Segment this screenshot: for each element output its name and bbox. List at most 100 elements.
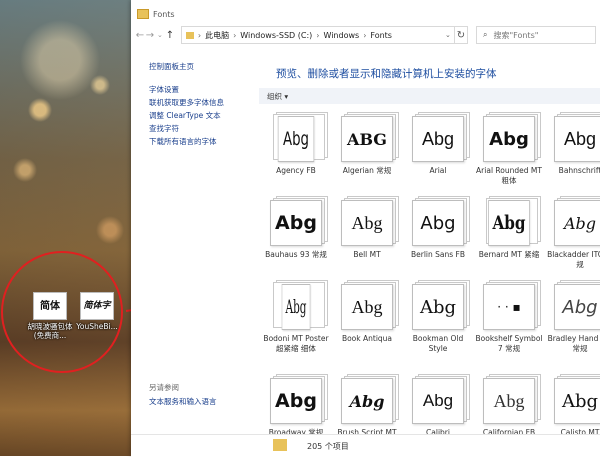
font-item-bernard-mt[interactable]: Abg Bernard MT 紧缩	[474, 196, 544, 260]
font-item-calibri[interactable]: Abg Calibri	[403, 374, 473, 438]
font-preview: Abg	[341, 280, 399, 330]
breadcrumb-this-pc[interactable]: 此电脑	[205, 30, 229, 41]
organize-button[interactable]: 组织 ▾	[267, 91, 288, 102]
sidebar-item-download-fonts[interactable]: 下载所有语言的字体	[149, 135, 259, 148]
status-bar: 205 个项目	[131, 434, 600, 457]
font-item-book-antiqua[interactable]: Abg Book Antiqua	[332, 280, 402, 344]
font-sample: Abg	[281, 284, 311, 330]
font-sample: Abg	[341, 200, 393, 246]
breadcrumb-windows[interactable]: Windows	[323, 31, 359, 40]
font-sample: Abg	[277, 116, 315, 162]
fonts-folder-icon	[273, 439, 287, 451]
refresh-icon[interactable]: ↻	[454, 26, 468, 44]
font-item-bookshelf-symbol-7[interactable]: · · ▪ Bookshelf Symbol 7 常规	[474, 280, 544, 354]
font-name: Arial	[429, 166, 447, 175]
font-name: Bookshelf Symbol 7 常规	[475, 334, 543, 353]
font-preview: ABG	[341, 112, 399, 162]
fonts-folder-icon	[185, 31, 194, 39]
font-preview: Abg	[554, 112, 600, 162]
font-item-arial-rounded[interactable]: Abg Arial Rounded MT 粗体	[474, 112, 544, 186]
font-item-bell-mt[interactable]: Abg Bell MT	[332, 196, 402, 260]
font-sample: Abg	[341, 378, 393, 424]
font-item-calisto-mt[interactable]: Abg Calisto MT	[545, 374, 600, 438]
font-preview: Abg	[483, 196, 541, 246]
font-sample: Abg	[554, 116, 600, 162]
page-title: 预览、删除或者显示和隐藏计算机上安装的字体	[276, 68, 497, 80]
font-preview: Abg	[341, 374, 399, 424]
font-sample: Abg	[412, 378, 464, 424]
font-preview: Abg	[270, 112, 328, 162]
main-content: 预览、删除或者显示和隐藏计算机上安装的字体 组织 ▾ Abg Agency FB…	[259, 56, 600, 456]
search-box[interactable]: ⌕ 搜索"Fonts"	[475, 26, 596, 44]
chevron-right-icon[interactable]: ›	[233, 31, 236, 40]
font-name: Berlin Sans FB	[410, 250, 465, 259]
font-item-brush-script-mt[interactable]: Abg Brush Script MT	[332, 374, 402, 438]
back-arrow-icon[interactable]: ←	[135, 30, 145, 41]
breadcrumb-drive[interactable]: Windows-SSD (C:)	[240, 31, 312, 40]
font-preview: Abg	[270, 374, 328, 424]
address-bar[interactable]: › 此电脑 › Windows-SSD (C:) › Windows › Fon…	[180, 26, 455, 44]
font-sample: Abg	[554, 284, 600, 330]
font-item-blackadder-itc[interactable]: Abg Blackadder ITC 常规	[545, 196, 600, 270]
font-preview: Abg	[483, 112, 541, 162]
search-icon: ⌕	[482, 30, 488, 39]
see-also-text-services[interactable]: 文本服务和输入语言	[149, 396, 217, 407]
font-item-broadway[interactable]: Abg Broadway 常规	[261, 374, 331, 438]
font-sample: · · ▪	[483, 284, 535, 330]
chevron-right-icon[interactable]: ›	[316, 31, 319, 40]
font-item-bradley-hand-itc[interactable]: Abg Bradley Hand ITC 常规	[545, 280, 600, 354]
font-item-berlin-sans-fb[interactable]: Abg Berlin Sans FB	[403, 196, 473, 260]
font-item-agency-fb[interactable]: Abg Agency FB	[261, 112, 331, 176]
font-name: Bahnschrift	[558, 166, 600, 175]
chevron-right-icon[interactable]: ›	[198, 31, 201, 40]
font-sample: Abg	[270, 378, 322, 424]
font-name: Bradley Hand ITC 常规	[547, 334, 600, 353]
font-preview: Abg	[554, 280, 600, 330]
sidebar-item-online-font-info[interactable]: 联机获取更多字体信息	[149, 96, 259, 109]
address-row: ← → ⌄ ↑ › 此电脑 › Windows-SSD (C:) › Windo…	[131, 24, 600, 46]
font-item-bauhaus-93[interactable]: Abg Bauhaus 93 常规	[261, 196, 331, 260]
font-sample: Abg	[554, 378, 600, 424]
font-preview: Abg	[270, 280, 328, 330]
sidebar-item-find-character[interactable]: 查找字符	[149, 122, 259, 135]
font-name: Arial Rounded MT 粗体	[476, 166, 542, 185]
font-sample: Abg	[412, 200, 464, 246]
font-name: Bauhaus 93 常规	[265, 250, 327, 259]
font-preview: Abg	[341, 196, 399, 246]
font-sample: Abg	[554, 200, 600, 246]
font-item-bahnschrift[interactable]: Abg Bahnschrift	[545, 112, 600, 176]
see-also-heading: 另请参阅	[149, 383, 179, 392]
chevron-right-icon[interactable]: ›	[363, 31, 366, 40]
font-name: Algerian 常规	[342, 166, 392, 175]
font-item-californian-fb[interactable]: Abg Californian FB	[474, 374, 544, 438]
sidebar-item-control-panel-home[interactable]: 控制面板主页	[149, 60, 259, 73]
forward-arrow-icon[interactable]: →	[145, 30, 155, 41]
item-count: 205 个项目	[307, 442, 349, 451]
font-sample: Abg	[483, 378, 535, 424]
address-dropdown-icon[interactable]: ⌄	[445, 31, 451, 39]
font-grid: Abg Agency FB ABG Algerian 常规 Abg Arial …	[259, 112, 600, 456]
window-title: Fonts	[153, 9, 175, 19]
font-item-algerian[interactable]: ABG Algerian 常规	[332, 112, 402, 176]
breadcrumb-fonts[interactable]: Fonts	[370, 31, 392, 40]
font-item-bookman-old-style[interactable]: Abg Bookman Old Style	[403, 280, 473, 354]
font-preview: Abg	[270, 196, 328, 246]
font-preview: · · ▪	[483, 280, 541, 330]
font-preview: Abg	[412, 196, 470, 246]
font-name: Bell MT	[353, 250, 381, 259]
font-name: Bookman Old Style	[412, 334, 464, 353]
font-preview: Abg	[483, 374, 541, 424]
search-input[interactable]: 搜索"Fonts"	[493, 30, 538, 41]
font-sample: Abg	[270, 200, 322, 246]
font-item-arial[interactable]: Abg Arial	[403, 112, 473, 176]
font-sample: Abg	[341, 284, 393, 330]
font-preview: Abg	[554, 196, 600, 246]
font-sample: Abg	[483, 116, 535, 162]
font-name: Book Antiqua	[341, 334, 393, 343]
up-arrow-icon[interactable]: ↑	[165, 30, 175, 41]
font-item-bodoni-mt-poster[interactable]: Abg Bodoni MT Poster 超紧缩 细体	[261, 280, 331, 354]
font-preview: Abg	[412, 112, 470, 162]
sidebar-item-cleartype[interactable]: 调整 ClearType 文本	[149, 109, 259, 122]
sidebar-item-font-settings[interactable]: 字体设置	[149, 83, 259, 96]
recent-chevron-icon[interactable]: ⌄	[155, 31, 165, 39]
